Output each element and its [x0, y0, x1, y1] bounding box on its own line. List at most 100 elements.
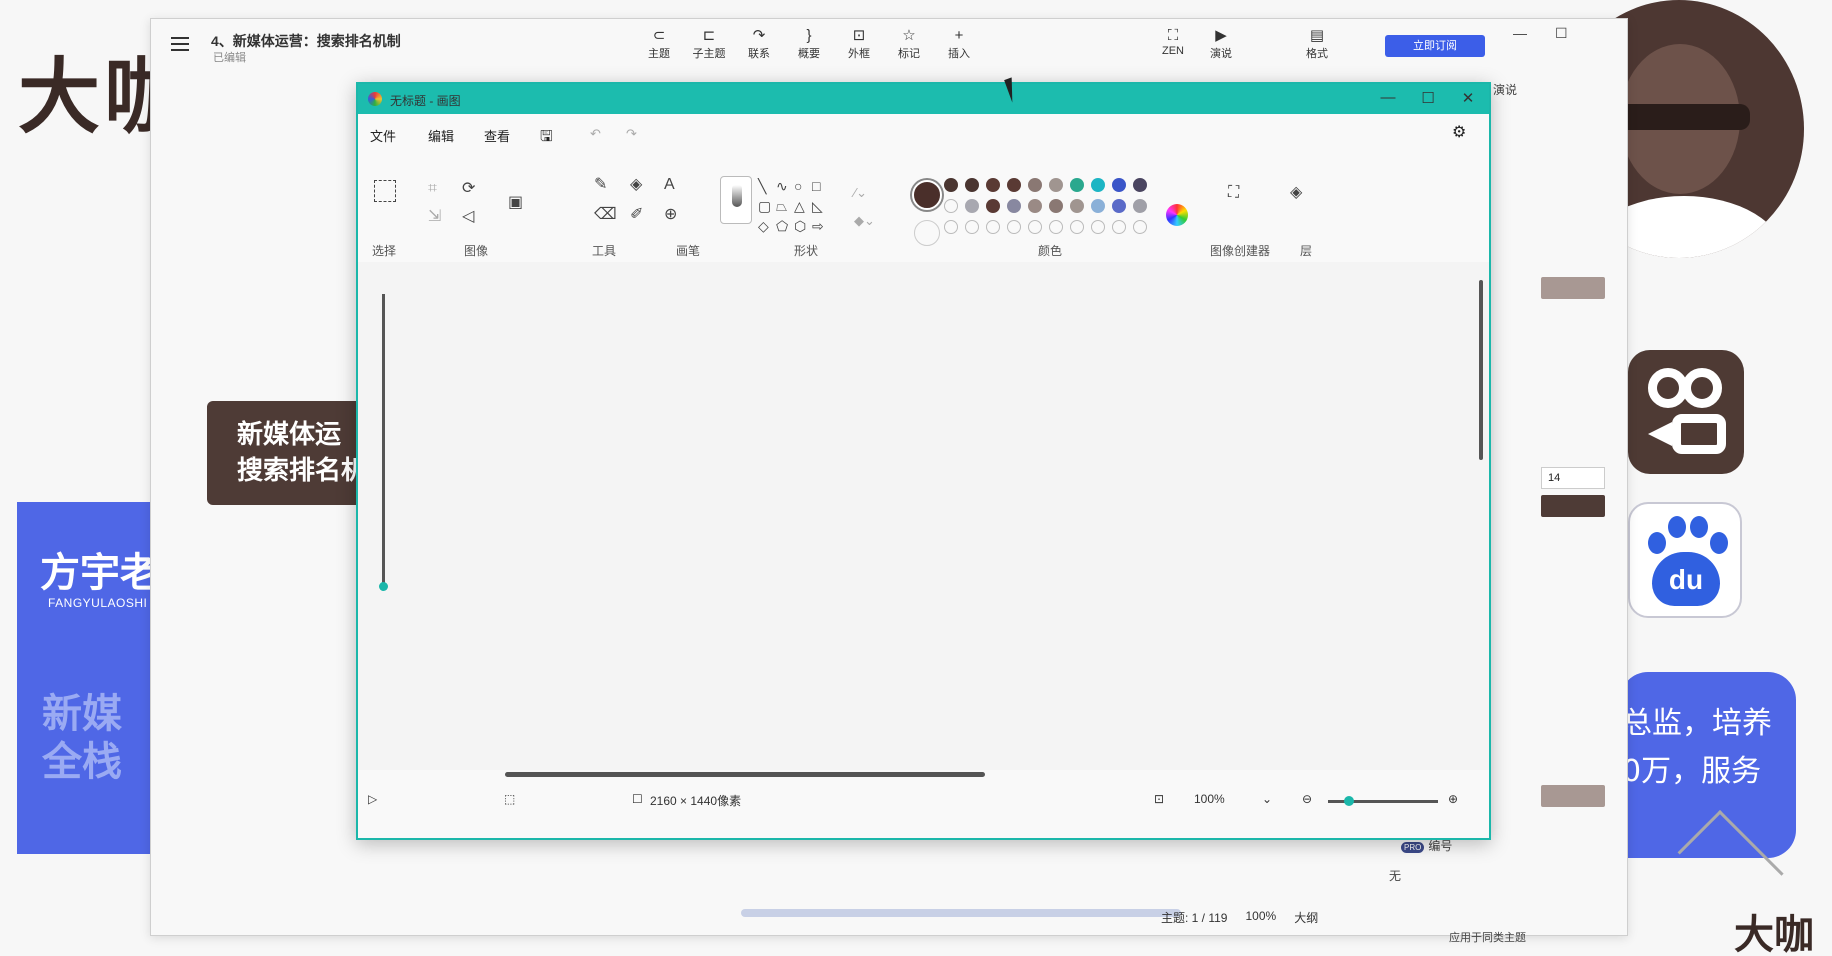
relationship-button[interactable]: ↷ 联系 — [741, 27, 777, 61]
palette-color-1-0[interactable] — [944, 199, 958, 213]
marker-button[interactable]: ☆ 标记 — [891, 27, 927, 61]
palette-color-0-5[interactable] — [1049, 178, 1063, 192]
shape-gallery[interactable]: ╲ ∿ ○ □ ▢ ⏢ △ ◺ ◇ ⬠ ⬡ ⇨ — [758, 178, 830, 234]
pencil-icon[interactable]: ✎ — [594, 176, 607, 194]
text-tool-icon[interactable]: A — [664, 176, 675, 194]
palette-color-0-2[interactable] — [986, 178, 1000, 192]
minimize-icon[interactable]: — — [1378, 89, 1398, 106]
chevron-down-icon[interactable]: ⌄ — [1262, 792, 1272, 806]
pitch-tab[interactable]: 演说 — [1493, 81, 1517, 98]
eraser-icon[interactable]: ⌫ — [594, 206, 617, 224]
crop-icon[interactable]: ⌗ — [428, 180, 437, 198]
subscribe-button[interactable]: 立即订阅 — [1385, 35, 1485, 57]
palette-color-1-8[interactable] — [1112, 199, 1126, 213]
image-creator-icon[interactable]: ⛶ — [1228, 184, 1239, 202]
palette-color-0-3[interactable] — [1007, 178, 1021, 192]
palette-color-1-6[interactable] — [1070, 199, 1084, 213]
bottom-logo-text: 大咖 — [1734, 912, 1814, 956]
boundary-button[interactable]: ⊡ 外框 — [841, 27, 877, 61]
subtopic-button[interactable]: ⊏ 子主题 — [691, 27, 727, 61]
minimize-icon[interactable]: — — [1513, 25, 1527, 41]
palette-color-1-7[interactable] — [1091, 199, 1105, 213]
outline-icon[interactable]: ⁄⌄ — [854, 184, 867, 202]
palette-color-2-7[interactable] — [1091, 220, 1105, 234]
insert-button[interactable]: + 插入 — [941, 27, 977, 61]
brush-size-slider-knob[interactable] — [379, 582, 388, 591]
apply-to-same-topics[interactable]: 应用于同类主题 — [1449, 929, 1526, 945]
magnifier-icon[interactable]: ⊕ — [664, 206, 677, 224]
outline-button[interactable]: 大纲 — [1294, 909, 1318, 926]
remove-background-icon[interactable]: ▣ — [508, 194, 523, 212]
fill-icon[interactable]: ◆⌄ — [854, 212, 875, 230]
palette-color-2-8[interactable] — [1112, 220, 1126, 234]
numbering-select[interactable]: 无 — [1389, 867, 1401, 884]
file-menu[interactable]: 文件 — [370, 126, 396, 145]
palette-color-1-3[interactable] — [1007, 199, 1021, 213]
brush-selector[interactable] — [720, 176, 752, 224]
topic-button[interactable]: ⊂ 主题 — [641, 27, 677, 61]
primary-color-swatch[interactable] — [912, 180, 942, 210]
font-size-field[interactable]: 14 — [1541, 467, 1605, 489]
palette-color-0-1[interactable] — [965, 178, 979, 192]
palette-color-2-3[interactable] — [1007, 220, 1021, 234]
fit-to-window-icon[interactable]: ⊡ — [1154, 792, 1164, 806]
zoom-in-icon[interactable]: ⊕ — [1448, 792, 1458, 806]
palette-color-1-1[interactable] — [965, 199, 979, 213]
line-color-swatch[interactable] — [1541, 785, 1605, 807]
resize-icon[interactable]: ⇲ — [428, 208, 441, 226]
paint-canvas[interactable] — [358, 262, 1489, 770]
palette-color-0-8[interactable] — [1112, 178, 1126, 192]
palette-color-0-9[interactable] — [1133, 178, 1147, 192]
fill-color-swatch[interactable] — [1541, 277, 1605, 299]
layers-icon[interactable]: ◈ — [1290, 184, 1302, 202]
edit-colors-icon[interactable] — [1166, 204, 1188, 226]
canvas-horizontal-scrollbar[interactable] — [505, 772, 985, 777]
redo-icon[interactable]: ↷ — [626, 126, 637, 142]
maximize-icon[interactable]: ☐ — [1418, 89, 1438, 107]
horizontal-scrollbar[interactable] — [741, 909, 1181, 917]
summary-button[interactable]: } 概要 — [791, 27, 827, 61]
pentagon-shape-icon: ⬠ — [776, 218, 789, 234]
flip-icon[interactable]: ◁ — [462, 208, 474, 226]
secondary-color-swatch[interactable] — [914, 220, 940, 246]
format-button[interactable]: ▤ 格式 — [1299, 27, 1335, 61]
color-picker-icon[interactable]: ✐ — [630, 206, 643, 224]
save-icon[interactable]: 🖫 — [540, 126, 553, 151]
zoom-level[interactable]: 100% — [1245, 909, 1276, 926]
canvas-vertical-scrollbar[interactable] — [1479, 280, 1483, 460]
palette-color-1-4[interactable] — [1028, 199, 1042, 213]
zoom-level-select[interactable]: 100% — [1194, 792, 1225, 806]
rectangle-select-icon[interactable] — [374, 180, 396, 202]
palette-color-2-2[interactable] — [986, 220, 1000, 234]
palette-color-2-9[interactable] — [1133, 220, 1147, 234]
palette-color-2-6[interactable] — [1070, 220, 1084, 234]
maximize-icon[interactable]: ☐ — [1555, 25, 1568, 42]
zoom-slider-knob[interactable] — [1344, 796, 1354, 806]
palette-color-0-7[interactable] — [1091, 178, 1105, 192]
fill-bucket-icon[interactable]: ◈ — [630, 176, 642, 194]
palette-color-2-1[interactable] — [965, 220, 979, 234]
paint-titlebar[interactable]: 无标题 - 画图 — ☐ ✕ — [358, 84, 1489, 114]
blue-card-faded-text: 新媒 全栈 — [42, 690, 122, 786]
hamburger-menu-icon[interactable] — [171, 37, 189, 51]
close-icon[interactable]: ✕ — [1458, 89, 1478, 107]
view-menu[interactable]: 查看 — [484, 126, 510, 145]
palette-color-1-9[interactable] — [1133, 199, 1147, 213]
palette-color-1-2[interactable] — [986, 199, 1000, 213]
palette-color-0-4[interactable] — [1028, 178, 1042, 192]
palette-color-2-0[interactable] — [944, 220, 958, 234]
edit-menu[interactable]: 编辑 — [428, 126, 454, 145]
rotate-icon[interactable]: ⟳ — [462, 180, 475, 198]
pitch-button[interactable]: ▶ 演说 — [1203, 27, 1239, 61]
zoom-out-icon[interactable]: ⊖ — [1302, 792, 1312, 806]
palette-color-2-4[interactable] — [1028, 220, 1042, 234]
settings-gear-icon[interactable]: ⚙ — [1452, 122, 1466, 142]
palette-color-0-0[interactable] — [944, 178, 958, 192]
palette-color-2-5[interactable] — [1049, 220, 1063, 234]
palette-color-1-5[interactable] — [1049, 199, 1063, 213]
brush-size-slider[interactable] — [382, 294, 385, 584]
palette-color-0-6[interactable] — [1070, 178, 1084, 192]
text-color-swatch[interactable] — [1541, 495, 1605, 517]
zen-button[interactable]: ⛶ ZEN — [1155, 27, 1191, 61]
undo-icon[interactable]: ↶ — [590, 126, 601, 142]
